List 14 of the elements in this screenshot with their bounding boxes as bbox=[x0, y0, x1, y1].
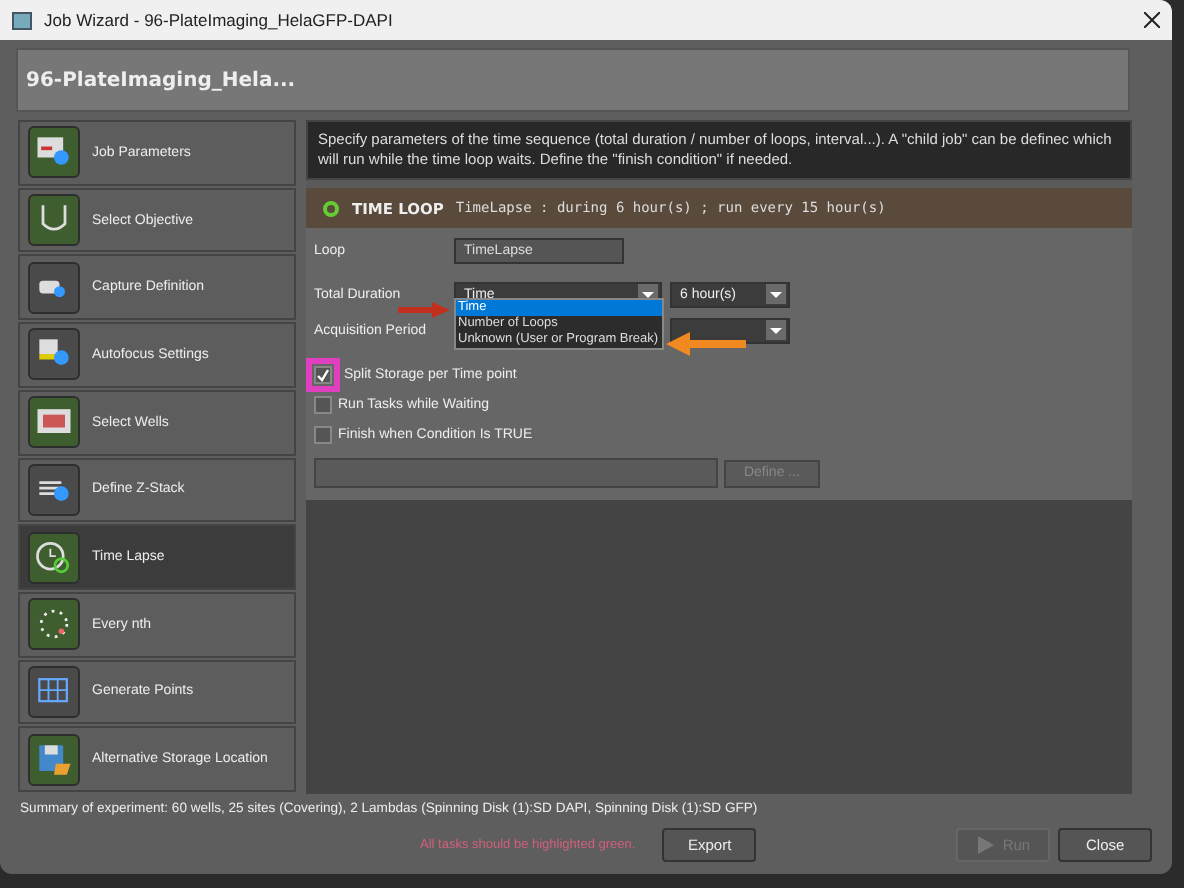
loop-icon bbox=[322, 199, 340, 217]
checkbox[interactable] bbox=[314, 426, 332, 444]
caret-icon bbox=[766, 320, 786, 340]
condition-field[interactable] bbox=[314, 458, 718, 488]
annotation-arrow bbox=[666, 332, 746, 356]
close-icon[interactable] bbox=[1144, 12, 1160, 28]
checkbox[interactable] bbox=[314, 366, 332, 384]
caret-icon bbox=[766, 284, 786, 304]
annotation-arrow bbox=[398, 302, 450, 318]
checkbox[interactable] bbox=[314, 396, 332, 414]
play-icon bbox=[976, 836, 995, 854]
app-icon bbox=[12, 11, 32, 29]
header-title: 96-PlateImaging_Hela... bbox=[26, 69, 296, 91]
window-title: Job Wizard - 96-PlateImaging_HelaGFP-DAPI bbox=[44, 10, 395, 30]
